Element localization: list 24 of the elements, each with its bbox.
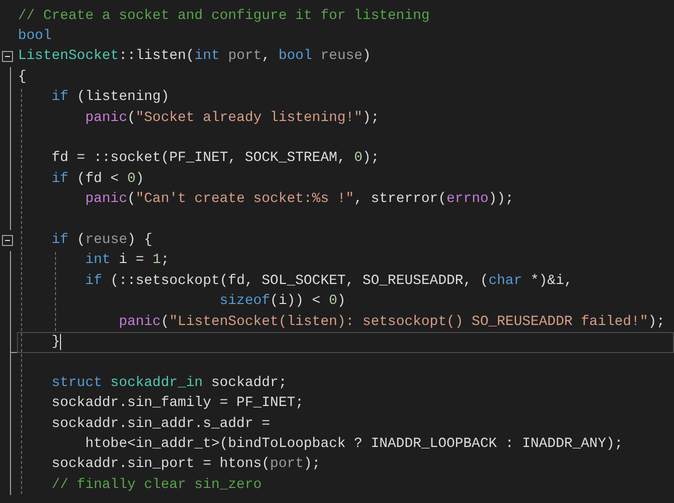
code-line: } <box>50 332 60 352</box>
code-line: if (reuse) { <box>50 231 152 250</box>
collapse-icon[interactable] <box>2 234 12 246</box>
code-line: if (listening) <box>50 88 170 108</box>
code-line: { <box>18 68 26 87</box>
text-cursor <box>60 334 62 350</box>
code-line: sockaddr.sin_port = htons(port); <box>50 455 320 474</box>
code-line: ListenSocket::listen(int port, bool reuse) <box>18 47 371 66</box>
code-line: if (::setsockopt(fd, SOL_SOCKET, SO_REUSEADDR, (char *)&i, <box>84 272 573 291</box>
code-line: panic("ListenSocket(listen): setsockopt() SO_REUSEADDR failed!"); <box>118 312 665 332</box>
code-line: panic("Socket already listening!"); <box>84 108 380 128</box>
code-line: // Create a socket and configure it for listening <box>18 6 430 26</box>
code-line: int i = 1; <box>84 251 170 270</box>
code-line: // finally clear sin_zero <box>50 476 262 495</box>
code-line: if (fd < 0) <box>50 170 144 189</box>
code-line: panic("Can't create socket:%s !", strerror(errno)); <box>84 190 514 210</box>
code-line: sizeof(i)) < 0) <box>218 292 346 312</box>
code-line: bool <box>18 27 52 46</box>
code-line: fd = ::socket(PF_INET, SOCK_STREAM, 0); <box>50 149 380 168</box>
code-line: htobe<in_addr_t>(bindToLoopback ? INADDR_LOOPBACK : INADDR_ANY); <box>84 434 623 454</box>
code-line: struct sockaddr_in sockaddr; <box>50 374 287 393</box>
code-line: sockaddr.sin_family = PF_INET; <box>50 394 304 414</box>
code-line: sockaddr.sin_addr.s_addr = <box>50 414 270 434</box>
collapse-icon[interactable] <box>2 51 12 62</box>
